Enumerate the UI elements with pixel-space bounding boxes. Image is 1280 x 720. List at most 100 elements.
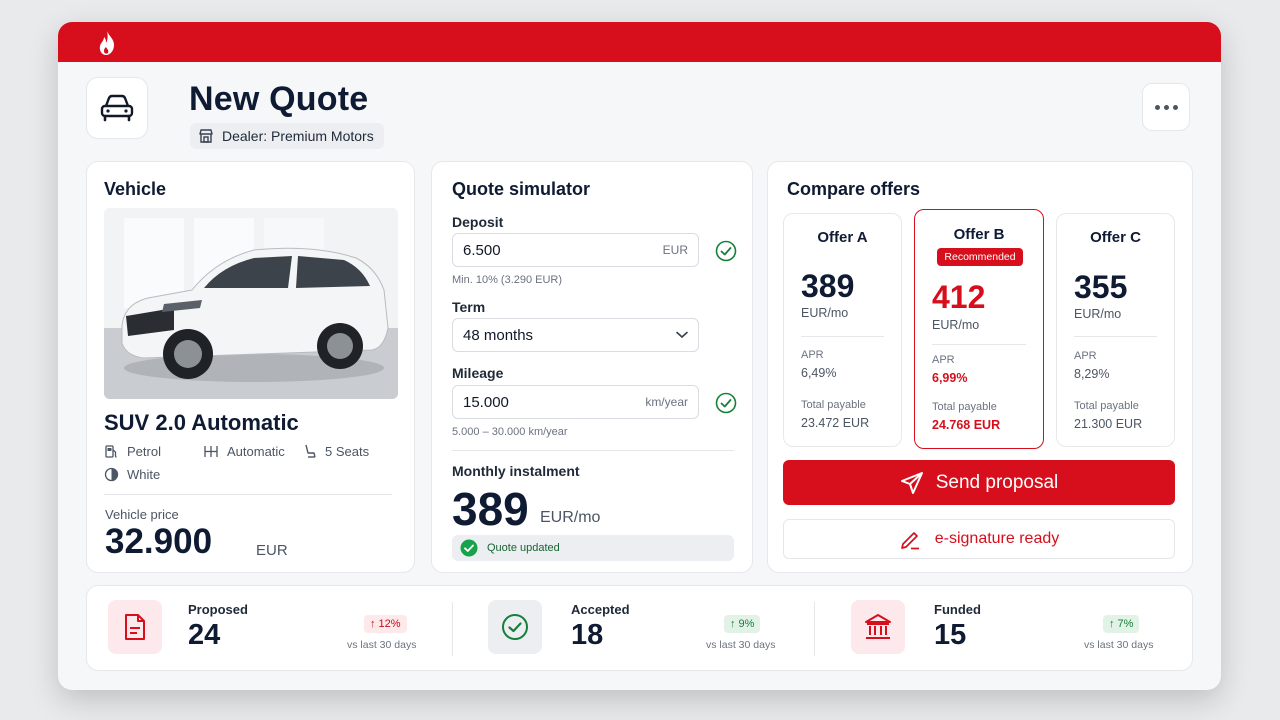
check-circle-filled-icon <box>460 539 478 557</box>
deposit-value: 6.500 <box>463 241 501 259</box>
compare-card-title: Compare offers <box>787 179 921 199</box>
spec-color-label: White <box>127 467 161 482</box>
arrow-up-icon: ↑ <box>730 618 736 630</box>
check-circle-icon <box>502 614 528 640</box>
deposit-valid-check-icon <box>715 240 737 262</box>
vehicle-model: SUV 2.0 Automatic <box>104 410 299 435</box>
stat-accepted-comparison: vs last 30 days <box>706 639 776 651</box>
stat-funded-trend-value: 7% <box>1117 618 1134 630</box>
deposit-label: Deposit <box>452 214 504 230</box>
dot-icon <box>1163 104 1169 110</box>
gearbox-icon <box>204 446 218 457</box>
vehicle-price-unit: EUR <box>256 542 288 559</box>
e-signature-button[interactable]: e-signature ready <box>783 519 1175 559</box>
flame-logo-icon <box>99 31 114 55</box>
stats-bar: Proposed 24 ↑ 12% vs last 30 days Accept… <box>86 585 1193 671</box>
vehicle-photo <box>104 208 398 399</box>
color-swatch-icon <box>104 467 119 482</box>
arrow-up-icon: ↑ <box>370 618 376 630</box>
spec-transmission-label: Automatic <box>227 444 285 459</box>
offer-monthly-amount: 355 <box>1074 269 1128 305</box>
vehicle-card: Vehicle SUV 2.0 Automatic Petrol Automat… <box>86 161 415 573</box>
offer-card-b[interactable]: Offer B Recommended 412 EUR/mo APR 6,99%… <box>914 209 1044 449</box>
monthly-instalment-value: 389 <box>452 483 529 535</box>
dot-icon <box>1154 104 1160 110</box>
offer-total-label: Total payable <box>801 399 866 411</box>
send-proposal-button[interactable]: Send proposal <box>783 460 1175 505</box>
stat-proposed-comparison: vs last 30 days <box>347 639 417 651</box>
deposit-hint: Min. 10% (3.290 EUR) <box>452 274 563 286</box>
spec-transmission: Automatic <box>203 444 285 459</box>
bank-icon <box>865 614 891 639</box>
quote-status-label: Quote updated <box>487 542 560 554</box>
recommended-badge: Recommended <box>937 248 1023 266</box>
offer-apr-label: APR <box>932 354 955 366</box>
spec-fuel: Petrol <box>104 444 161 459</box>
stat-proposed-trend: ↑ 12% <box>364 615 407 633</box>
offer-card-a[interactable]: Offer A 389 EUR/mo APR 6,49% Total payab… <box>783 213 902 447</box>
divider <box>801 336 884 337</box>
store-icon <box>199 129 213 143</box>
deposit-input[interactable]: 6.500 EUR <box>452 233 699 267</box>
spec-seats-label: 5 Seats <box>325 444 370 459</box>
car-icon <box>100 94 134 122</box>
top-bar <box>58 22 1221 62</box>
arrow-up-icon: ↑ <box>1109 618 1115 630</box>
stat-accepted-icon-box <box>488 600 542 654</box>
vehicle-header-icon <box>86 77 148 139</box>
mileage-label: Mileage <box>452 365 504 381</box>
offer-total-value: 23.472 EUR <box>801 416 870 430</box>
offer-apr-value: 6,49% <box>801 366 837 380</box>
stat-accepted-trend-value: 9% <box>738 618 755 630</box>
quote-simulator-card: Quote simulator Deposit 6.500 EUR Min. 1… <box>431 161 753 573</box>
divider <box>452 450 734 451</box>
offer-apr-value: 8,29% <box>1074 367 1110 381</box>
document-icon <box>125 614 145 640</box>
divider <box>104 494 392 495</box>
stat-proposed-label: Proposed <box>188 602 248 617</box>
offer-monthly-unit: EUR/mo <box>932 318 980 332</box>
mileage-input[interactable]: 15.000 km/year <box>452 385 699 419</box>
mileage-hint: 5.000 – 30.000 km/year <box>452 426 568 438</box>
simulator-card-title: Quote simulator <box>452 179 591 199</box>
term-select[interactable]: 48 months <box>452 318 699 352</box>
offer-monthly-unit: EUR/mo <box>801 306 849 320</box>
vehicle-price-value: 32.900 <box>105 522 213 561</box>
offer-total-value: 24.768 EUR <box>932 418 1001 432</box>
dealer-chip[interactable]: Dealer: Premium Motors <box>190 123 384 149</box>
monthly-instalment-unit: EUR/mo <box>540 509 601 526</box>
offer-monthly-amount: 389 <box>801 268 855 304</box>
stat-funded-trend: ↑ 7% <box>1103 615 1140 633</box>
more-options-button[interactable] <box>1142 83 1190 131</box>
send-icon <box>900 471 923 494</box>
offer-total-label: Total payable <box>1074 400 1139 412</box>
dot-icon <box>1172 104 1178 110</box>
mileage-unit: km/year <box>645 395 688 409</box>
vehicle-price-label: Vehicle price <box>105 507 179 522</box>
stat-funded-label: Funded <box>934 602 981 617</box>
spec-seats: 5 Seats <box>303 444 369 459</box>
e-signature-label: e-signature ready <box>934 530 1060 547</box>
monthly-instalment-label: Monthly instalment <box>452 463 580 479</box>
stat-funded-icon-box <box>851 600 905 654</box>
offer-name: Offer B <box>953 226 1005 243</box>
page-title: New Quote <box>189 80 369 118</box>
stat-accepted-trend: ↑ 9% <box>724 615 761 633</box>
stat-funded-comparison: vs last 30 days <box>1084 639 1154 651</box>
stat-proposed-trend-value: 12% <box>378 618 401 630</box>
offer-name: Offer A <box>817 229 868 246</box>
stat-accepted-value: 18 <box>571 619 604 651</box>
offer-total-label: Total payable <box>932 401 997 413</box>
stat-accepted-label: Accepted <box>571 602 630 617</box>
offer-total-value: 21.300 EUR <box>1074 417 1143 431</box>
offer-apr-label: APR <box>801 349 824 361</box>
term-label: Term <box>452 299 486 315</box>
offer-apr-label: APR <box>1074 350 1097 362</box>
stat-proposed-icon-box <box>108 600 162 654</box>
offer-card-c[interactable]: Offer C 355 EUR/mo APR 8,29% Total payab… <box>1056 213 1175 447</box>
dealer-label: Dealer: Premium Motors <box>222 128 374 144</box>
vehicle-card-title: Vehicle <box>104 179 167 199</box>
send-proposal-label: Send proposal <box>935 471 1059 493</box>
stat-proposed-value: 24 <box>188 619 221 651</box>
offer-apr-value: 6,99% <box>932 371 968 385</box>
